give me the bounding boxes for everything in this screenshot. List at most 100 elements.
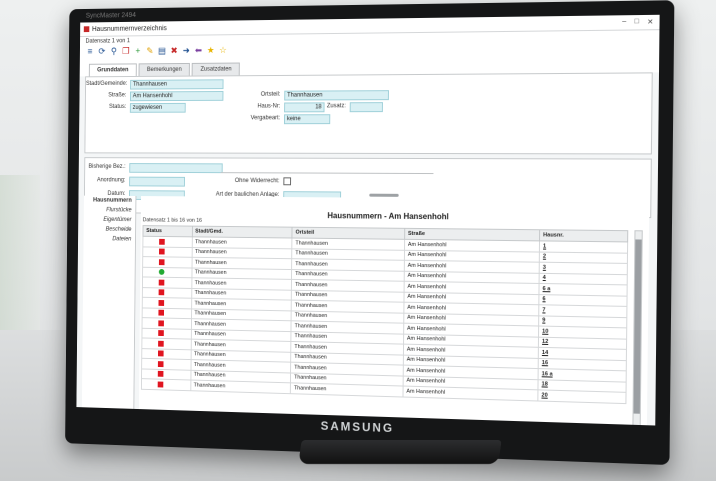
table-body: Thannhausen Thannhausen Am Hansenhohl 1 Than…	[141, 236, 627, 403]
stadt-cell-text: Thannhausen	[194, 300, 226, 306]
hausnr-cell-text: 20	[541, 392, 547, 398]
ortsteil-cell-text: Thannhausen	[294, 354, 326, 361]
strasse-field[interactable]: Am Hansenhohl	[130, 91, 223, 101]
hausnr-field[interactable]: 18	[284, 102, 325, 112]
stadt-cell-text: Thannhausen	[195, 290, 227, 296]
edit-icon[interactable]: ✎	[145, 46, 154, 56]
status-red-icon	[158, 340, 164, 346]
record-count: Datensatz 1 bis 16 von 16	[143, 217, 202, 223]
zusatz-label: Zusatz:	[323, 103, 346, 109]
stadt-cell-text: Thannhausen	[194, 311, 226, 318]
stadt-cell: Thannhausen	[190, 380, 290, 393]
nav-item-flurstuecke[interactable]: Flurstücke	[84, 205, 136, 215]
status-red-icon	[159, 259, 165, 265]
status-red-icon	[159, 249, 165, 255]
refresh-icon[interactable]: ⟳	[97, 46, 106, 56]
hausnr-label: Haus-Nr:	[244, 104, 280, 110]
delete-icon[interactable]: ✖	[169, 46, 178, 56]
nav-item-hausnummern[interactable]: Hausnummern	[84, 196, 136, 206]
toolbar-area: Datensatz 1 von 1 ≡ ⟳ ⚲ ❐ + ✎ ▤ ✖ ➜ ⬅ ★ …	[80, 30, 660, 76]
hausnr-cell-text: 9	[542, 318, 545, 324]
status-field[interactable]: zugewiesen	[130, 103, 186, 113]
zusatz-field[interactable]	[350, 102, 383, 112]
nav-item-bescheide[interactable]: Bescheide	[84, 225, 136, 235]
app-icon	[84, 26, 90, 32]
hausnr-cell-text: 6	[542, 296, 545, 302]
status-cell	[143, 246, 192, 257]
column-header-status[interactable]: Status	[143, 226, 192, 237]
stadt-cell-text: Thannhausen	[194, 372, 226, 379]
strasse-cell-text: Am Hansenhohl	[408, 273, 447, 280]
strasse-cell-text: Am Hansenhohl	[407, 336, 446, 343]
strasse-cell-text: Am Hansenhohl	[407, 284, 446, 291]
ortsteil-cell-text: Thannhausen	[295, 313, 327, 320]
monitor-model-label: SyncMaster 2494	[86, 12, 136, 19]
strasse-cell-text: Am Hansenhohl	[407, 315, 446, 322]
ortsteil-cell-text: Thannhausen	[295, 333, 327, 340]
vergabe-label: Vergabeart:	[244, 115, 280, 121]
vergabe-field[interactable]: keine	[284, 114, 330, 124]
status-cell	[143, 257, 192, 268]
stadt-cell-text: Thannhausen	[195, 249, 227, 255]
star-icon[interactable]: ★	[206, 45, 216, 55]
status-red-icon	[159, 279, 165, 285]
ortsteil-cell-text: Thannhausen	[295, 302, 327, 309]
ortsteil-field[interactable]: Thannhausen	[284, 90, 389, 100]
strasse-cell-text: Am Hansenhohl	[408, 263, 447, 270]
close-button[interactable]: ✕	[647, 18, 653, 26]
document-icon[interactable]: ▤	[157, 46, 166, 56]
hausnr-cell-text: 12	[542, 339, 548, 345]
tab-grunddaten[interactable]: Grunddaten	[89, 63, 137, 76]
strasse-cell-text: Am Hansenhohl	[408, 242, 447, 248]
side-navigation: Hausnummern Flurstücke Eigentümer Besche…	[82, 196, 137, 409]
splitter-handle[interactable]	[369, 194, 398, 197]
lower-panel: Hausnummern Flurstücke Eigentümer Besche…	[82, 196, 652, 426]
status-cell	[141, 379, 190, 391]
stadt-cell-text: Thannhausen	[194, 321, 226, 328]
monitor: SyncMaster 2494 Hausnummernverzeichnis –…	[65, 0, 674, 465]
copy-icon[interactable]: ❐	[121, 46, 130, 56]
hausnr-cell-text: 1	[543, 243, 546, 249]
stadt-field[interactable]: Thannhausen	[130, 79, 223, 89]
stadt-cell-text: Thannhausen	[195, 270, 227, 276]
stadt-label: Stadt/Gemeinde:	[86, 81, 126, 87]
add-icon[interactable]: +	[133, 46, 142, 56]
star-outline-icon[interactable]: ☆	[218, 45, 228, 55]
bisherige-field[interactable]	[129, 163, 222, 173]
hausnr-cell-text: 4	[543, 275, 546, 281]
ohne-widerrecht-checkbox[interactable]	[283, 177, 291, 185]
scrollbar-thumb[interactable]	[634, 239, 642, 413]
nav-item-dateien[interactable]: Dateien	[84, 234, 136, 244]
strasse-cell-text: Am Hansenhohl	[407, 367, 446, 374]
ortsteil-cell-text: Thannhausen	[295, 282, 327, 288]
hausnr-cell-text: 18	[542, 382, 548, 388]
ortsteil-cell-text: Thannhausen	[295, 251, 327, 257]
hausnr-cell-text: 6 a	[543, 286, 551, 292]
stadt-cell-text: Thannhausen	[194, 382, 226, 389]
tab-zusatzdaten[interactable]: Zusatzdaten	[192, 63, 240, 76]
status-green-icon	[159, 269, 165, 275]
status-red-icon	[158, 361, 164, 367]
anordnung-field[interactable]	[129, 177, 185, 187]
status-red-icon	[159, 289, 165, 295]
strasse-cell-text: Am Hansenhohl	[407, 357, 446, 364]
ohne-widerrecht-label: Ohne Widerrecht:	[221, 178, 280, 184]
main-form: Stadt/Gemeinde: Thannhausen Straße: Am H…	[84, 72, 652, 154]
minimize-button[interactable]: –	[622, 18, 626, 26]
stadt-cell-text: Thannhausen	[194, 362, 226, 369]
stadt-cell-text: Thannhausen	[195, 280, 227, 286]
tab-bemerkungen[interactable]: Bemerkungen	[139, 63, 191, 76]
menu-icon[interactable]: ≡	[85, 46, 94, 56]
status-red-icon	[158, 350, 164, 356]
maximize-button[interactable]: □	[634, 18, 638, 26]
search-icon[interactable]: ⚲	[109, 46, 118, 56]
vertical-scrollbar[interactable]	[632, 230, 642, 425]
status-cell	[143, 236, 192, 247]
strasse-label: Straße:	[86, 92, 126, 98]
back-icon[interactable]: ⬅	[194, 45, 203, 55]
ortsteil-cell-text: Thannhausen	[295, 323, 327, 330]
hausnr-cell-text: 14	[542, 350, 548, 356]
forward-icon[interactable]: ➜	[182, 45, 191, 55]
hausnr-cell-text: 3	[543, 265, 546, 271]
nav-item-eigentuemer[interactable]: Eigentümer	[84, 215, 136, 225]
